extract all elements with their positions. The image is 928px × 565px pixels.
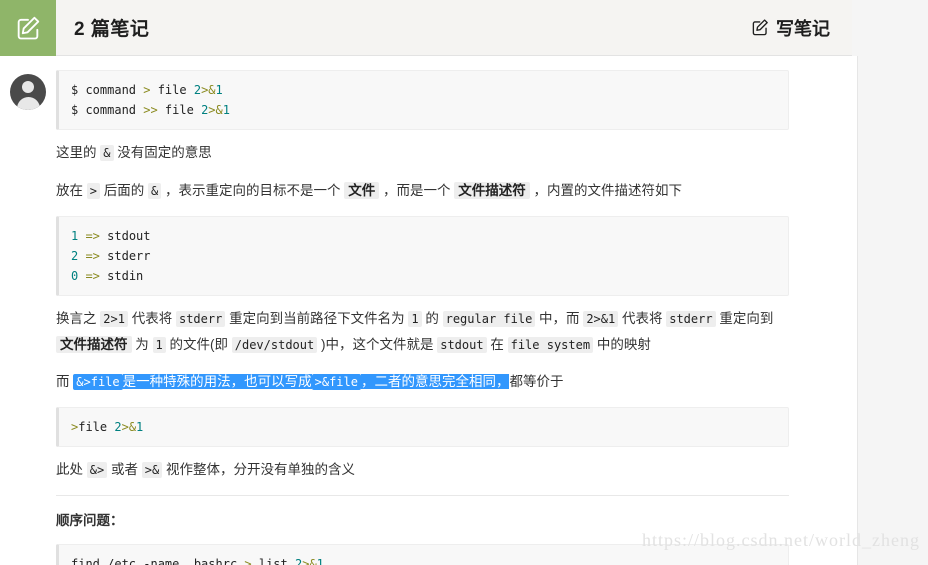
text-run: 这里的: [56, 145, 101, 160]
text-run: 的文件(即: [165, 337, 232, 352]
text-run: 为: [131, 337, 153, 352]
inline-code-selected: &>file: [73, 374, 123, 390]
code-text: file: [150, 83, 194, 97]
inline-code-selected: >&file: [311, 374, 361, 390]
text-run: 后面的: [100, 183, 149, 198]
code-token-number: 2: [114, 420, 122, 434]
inline-code: &: [148, 183, 162, 199]
paragraph-4-selected: 而 &>file 是一种特殊的用法，也可以写成 >&file ，二者的意思完全相同，都…: [56, 369, 789, 395]
inline-code: file system: [507, 337, 594, 353]
code-token-number: 1: [215, 83, 223, 97]
code-text: file: [157, 103, 202, 117]
text-run: ，表示重定向的目标不是一个: [161, 183, 345, 198]
code-text: $ command: [71, 83, 144, 97]
text-run: 都等价于: [509, 374, 564, 389]
inline-code: /dev/stdout: [231, 337, 318, 353]
text-run: ，而是一个: [379, 183, 455, 198]
selected-text-run: 是一种特殊的用法，也可以写成: [122, 374, 312, 389]
code-text: list: [251, 557, 295, 565]
code-text: file: [78, 420, 115, 434]
inline-code: &>: [86, 462, 108, 478]
user-avatar-icon[interactable]: [10, 74, 46, 110]
code-token-number: 1: [222, 103, 230, 117]
code-token-number: 2: [193, 83, 202, 97]
note-item: $ command > file 2>&1 $ command >> file …: [0, 56, 857, 565]
code-text: stdin: [107, 269, 144, 283]
avatar-column: [0, 70, 56, 565]
code-token-operator: >&: [121, 420, 137, 434]
text-run: 在: [486, 337, 508, 352]
code-token-operator: >&: [302, 557, 317, 565]
paragraph-5: 此处 &> 或者 >& 视作整体，分开没有单独的含义: [56, 457, 789, 483]
text-run: 重定向到: [715, 311, 774, 326]
code-token-operator: >>: [143, 103, 158, 117]
page-root: 2 篇笔记 写笔记 $ command > file 2>&1 $ comman…: [0, 0, 928, 565]
inline-code: regular file: [442, 311, 536, 327]
page-title: 2 篇笔记: [74, 19, 150, 40]
text-run: 中，而: [535, 311, 584, 326]
inline-code: 2>&1: [583, 311, 619, 327]
text-run: 而: [56, 374, 74, 389]
code-token-operator: >&: [201, 83, 216, 97]
note-body: $ command > file 2>&1 $ command >> file …: [56, 70, 857, 565]
code-token-operator: =>: [78, 229, 108, 243]
note-edit-icon: [14, 14, 42, 42]
inline-code: stderr: [175, 311, 226, 327]
text-run: 代表将: [127, 311, 176, 326]
paragraph-1: 这里的 & 没有固定的意思: [56, 140, 789, 166]
keyword-highlight: 文件: [344, 182, 380, 199]
code-token-number: 1: [316, 557, 324, 565]
code-block-3[interactable]: >file 2>&1: [56, 407, 789, 447]
text-run: 的: [421, 311, 443, 326]
section-heading: 顺序问题：: [56, 513, 124, 528]
inline-code: &: [100, 145, 114, 161]
inline-code: 1: [408, 311, 422, 327]
code-token-number: 1: [136, 420, 144, 434]
inline-code: stderr: [666, 311, 716, 327]
code-block-2[interactable]: 1 => stdout 2 => stderr 0 => stdin: [56, 216, 789, 296]
text-run: 重定向到当前路径下文件名为: [225, 311, 409, 326]
code-block-4[interactable]: find /etc -name .bashrc > list 2>&1 # 我想…: [56, 544, 789, 565]
text-run: 此处: [56, 462, 87, 477]
app-logo[interactable]: [0, 0, 56, 56]
inline-code: 1: [152, 337, 166, 353]
inline-code: 2>1: [100, 311, 128, 327]
code-token-operator: =>: [78, 269, 108, 283]
text-run: )中，这个文件就是: [317, 337, 438, 352]
text-run: 视作整体，分开没有单独的含义: [162, 462, 355, 477]
text-run: 代表将: [618, 311, 667, 326]
code-text: stdout: [107, 229, 151, 243]
text-run: 放在: [56, 183, 87, 198]
keyword-highlight: 文件描述符: [56, 336, 132, 353]
text-run: 没有固定的意思: [113, 145, 212, 160]
selected-text-run: ，二者的意思完全相同，: [360, 374, 510, 389]
inline-code: >&: [141, 462, 163, 478]
keyword-highlight: 文件描述符: [454, 182, 530, 199]
write-note-button[interactable]: 写笔记: [751, 0, 852, 55]
paragraph-3: 换言之 2>1 代表将 stderr 重定向到当前路径下文件名为 1 的 reg…: [56, 306, 789, 358]
code-token-operator: >&: [208, 103, 223, 117]
text-run: 中的映射: [593, 337, 651, 352]
text-run: 换言之: [56, 311, 101, 326]
note-card: $ command > file 2>&1 $ command >> file …: [0, 56, 858, 565]
code-text: stderr: [107, 249, 151, 263]
paragraph-2: 放在 > 后面的 & ，表示重定向的目标不是一个 文件 ，而是一个 文件描述符 …: [56, 178, 789, 204]
text-run: 或者: [107, 462, 142, 477]
inline-code: stdout: [437, 337, 487, 353]
pencil-square-icon: [751, 18, 770, 37]
code-text: $ command: [71, 103, 144, 117]
write-note-label: 写笔记: [776, 18, 830, 39]
app-header: 2 篇笔记 写笔记: [0, 0, 852, 56]
code-block-1[interactable]: $ command > file 2>&1 $ command >> file …: [56, 70, 789, 130]
code-token-operator: >: [244, 557, 252, 565]
divider: [56, 495, 789, 496]
code-token-operator: =>: [78, 249, 108, 263]
code-text: find /etc -name .bashrc: [71, 557, 245, 565]
text-run: ，内置的文件描述符如下: [529, 183, 683, 198]
inline-code: >: [86, 183, 100, 199]
